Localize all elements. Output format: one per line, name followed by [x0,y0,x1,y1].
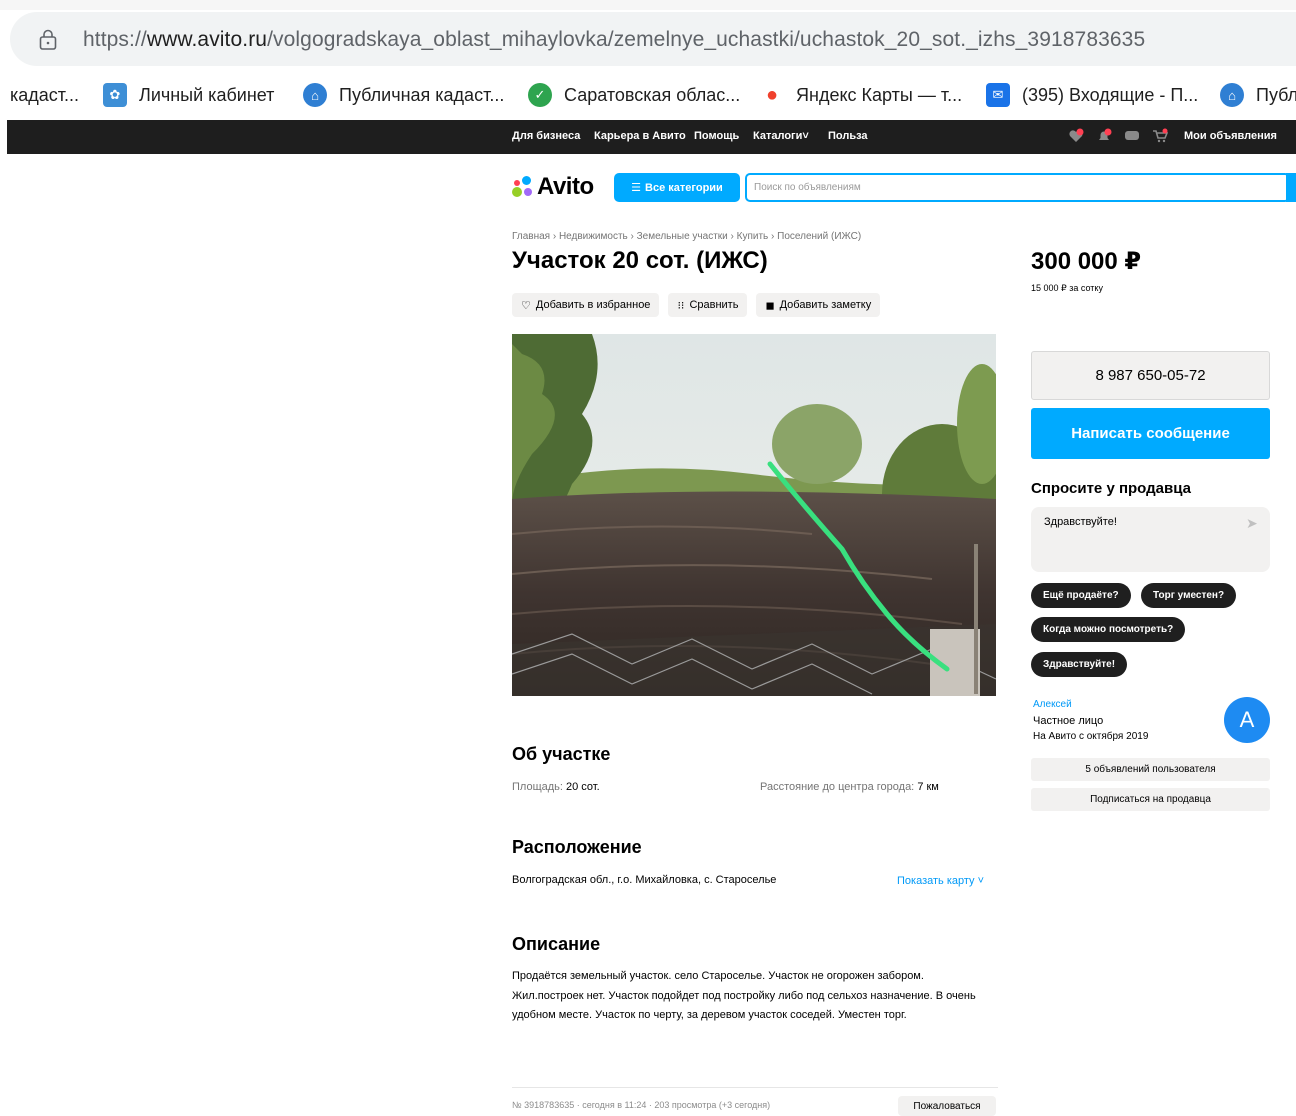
avito-logo[interactable]: Avito [512,173,594,201]
add-to-favorites-button[interactable]: ♡ Добавить в избранное [512,293,660,317]
divider [512,1087,998,1088]
search-input[interactable]: Поиск по объявлениям [745,173,1290,202]
complain-button[interactable]: Пожаловаться [898,1096,996,1116]
ask-seller-title: Спросите у продавца [1031,480,1191,497]
heart-icon[interactable] [1068,128,1084,144]
price-per-unit: 15 000 ₽ за сотку [1031,283,1103,293]
description-title: Описание [512,934,601,954]
subscribe-seller-button[interactable]: Подписаться на продавца [1031,788,1270,811]
lock-icon[interactable] [38,29,58,51]
search-button[interactable] [1286,173,1296,202]
area-param: Площадь: 20 сот. [512,781,600,793]
nav-benefit[interactable]: Польза [828,130,868,142]
compare-icon: ⁝⁝ [677,299,685,312]
bookmark-public[interactable]: ⌂ Публ [1220,82,1296,108]
bell-icon[interactable] [1096,128,1112,144]
all-categories-button[interactable]: ☰ Все категории [614,173,740,202]
house-icon: ⌂ [303,83,327,107]
menu-search-icon: ☰ [631,182,642,194]
seller-since: На Авито с октября 2019 [1033,731,1149,742]
nav-my-ads[interactable]: Мои объявления [1184,130,1277,142]
listing-photo[interactable] [512,334,996,696]
user-ads-button[interactable]: 5 объявлений пользователя [1031,758,1270,781]
nav-catalogs[interactable]: Каталоги˅ [753,130,809,142]
map-pin-icon: ● [765,83,779,106]
nav-help[interactable]: Помощь [694,130,739,142]
bookmarks-bar: кадаст... ✿ Личный кабинет ⌂ Публичная кад… [0,76,1296,114]
seller-name-link[interactable]: Алексей [1033,699,1072,710]
quick-reply-hello[interactable]: Здравствуйте! [1031,652,1128,677]
quick-reply-when-view[interactable]: Когда можно посмотреть? [1031,617,1186,642]
price: 300 000 ₽ [1031,248,1142,275]
browser-top-strip [0,0,1296,10]
check-icon: ✓ [528,83,552,107]
mail-icon: ✉ [986,83,1010,107]
bookmark-cadastre[interactable]: кадаст... [10,82,79,108]
description-text: Продаётся земельный участок. село Старос… [512,970,976,1021]
send-icon[interactable]: ➤ [1246,515,1258,532]
seller-type: Частное лицо [1033,715,1104,727]
bookmark-yandex-maps[interactable]: ● Яндекс Карты — т... [760,82,962,108]
quick-reply-bargain[interactable]: Торг уместен? [1141,583,1237,608]
listing-actions: ♡ Добавить в избранное ⁝⁝ Сравнить ◼ Добави… [512,293,881,317]
nav-career[interactable]: Карьера в Авито [594,130,686,142]
avatar[interactable]: A [1224,697,1270,743]
logo-text: Avito [537,173,594,200]
write-message-button[interactable]: Написать сообщение [1031,408,1270,459]
note-icon: ◼ [765,299,775,312]
add-note-button[interactable]: ◼ Добавить заметку [756,293,881,317]
address-text: Волгоградская обл., г.о. Михайловка, с. … [512,874,777,886]
bookmark-saratov[interactable]: ✓ Саратовская облас... [528,82,740,108]
breadcrumb[interactable]: Главная › Недвижимость › Земельные участ… [512,231,861,242]
url-text[interactable]: https://www.avito.ru/volgogradskaya_obla… [83,28,1145,52]
cart-icon[interactable] [1152,128,1168,144]
distance-param: Расстояние до центра города: 7 км [760,781,939,793]
quick-reply-still-selling[interactable]: Ещё продаёте? [1031,583,1131,608]
page-title: Участок 20 сот. (ИЖС) [512,247,768,274]
rosreestr-icon: ✿ [103,83,127,107]
about-title: Об участке [512,744,611,764]
bookmark-public-cadastre[interactable]: ⌂ Публичная кадаст... [303,82,504,108]
bookmark-personal-account[interactable]: ✿ Личный кабинет [103,82,274,108]
chat-icon[interactable] [1124,128,1140,144]
nav-for-business[interactable]: Для бизнеса [512,130,580,142]
listing-meta: № 3918783635 · сегодня в 11:24 · 203 про… [512,1100,771,1110]
avito-logo-dots-icon [512,176,534,198]
location-title: Расположение [512,837,642,857]
compare-button[interactable]: ⁝⁝ Сравнить [668,293,748,317]
show-map-link[interactable]: Показать карту ˅ [897,875,984,887]
show-phone-button[interactable]: 8 987 650-05-72 [1031,351,1270,400]
ask-seller-input[interactable]: Здравствуйте! [1031,507,1270,572]
heart-outline-icon: ♡ [521,299,531,312]
house-icon: ⌂ [1220,83,1244,107]
bookmark-mail[interactable]: ✉ (395) Входящие - П... [986,82,1198,108]
